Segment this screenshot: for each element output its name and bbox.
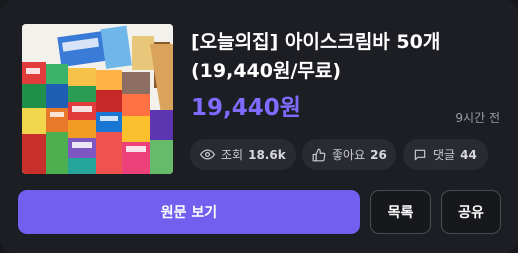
post-title[interactable]: [오늘의집] 아이스크림바 50개 (19,440원/무료): [191, 28, 501, 86]
comments-count: 44: [460, 147, 477, 162]
post-time: 9시간 전: [455, 111, 500, 125]
share-button[interactable]: 공유: [441, 190, 501, 234]
likes-count: 26: [370, 147, 387, 162]
deal-price: 19,440원: [191, 95, 301, 121]
view-original-button[interactable]: 원문 보기: [18, 190, 360, 234]
post-title-line2: (19,440원/무료): [191, 60, 342, 82]
comment-icon: [413, 148, 427, 162]
post-title-line1: [오늘의집] 아이스크림바 50개: [191, 31, 441, 53]
comments-stat[interactable]: 댓글 44: [403, 139, 488, 170]
list-button[interactable]: 목록: [370, 190, 431, 234]
likes-label: 좋아요: [332, 148, 366, 162]
likes-stat[interactable]: 좋아요 26: [302, 139, 396, 170]
views-label: 조회: [221, 148, 244, 162]
views-count: 18.6k: [248, 147, 286, 162]
deal-card: [오늘의집] 아이스크림바 50개 (19,440원/무료) 19,440원 9…: [0, 0, 518, 253]
thumbs-up-icon: [312, 148, 326, 162]
product-thumbnail[interactable]: [22, 24, 173, 174]
comments-label: 댓글: [433, 148, 456, 162]
ice-cream-image: [22, 24, 173, 174]
views-stat: 조회 18.6k: [190, 139, 296, 170]
eye-icon: [200, 147, 215, 162]
